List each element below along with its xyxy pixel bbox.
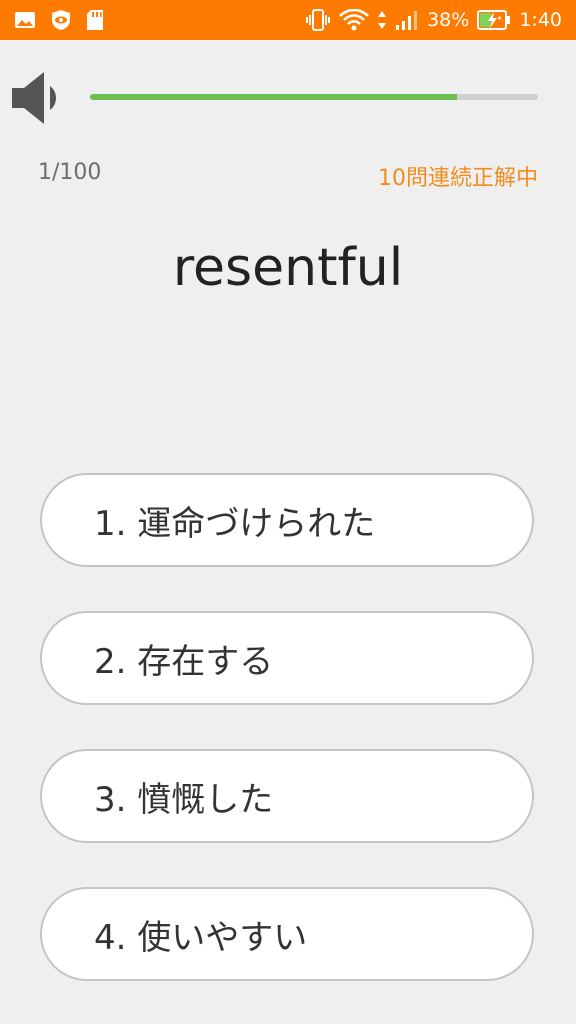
audio-progress-fill [90, 94, 458, 100]
answer-option-3[interactable]: 3. 憤慨した [40, 749, 534, 843]
vibrate-icon [305, 9, 331, 31]
audio-progress-bar [90, 94, 538, 100]
status-bar: 38% 1:40 [0, 0, 576, 40]
speaker-button[interactable] [10, 68, 64, 128]
signal-icon [395, 9, 419, 31]
data-arrows-icon [377, 9, 387, 31]
answer-option-1[interactable]: 1. 運命づけられた [40, 473, 534, 567]
shield-eye-icon [50, 9, 72, 31]
answer-option-2[interactable]: 2. 存在する [40, 611, 534, 705]
answer-option-label: 3. 憤慨した [94, 779, 274, 820]
battery-charging-icon [477, 9, 511, 31]
answer-option-label: 1. 運命づけられた [94, 503, 376, 544]
clock: 1:40 [519, 9, 562, 31]
status-bar-notifications [14, 0, 104, 40]
wifi-icon [339, 9, 369, 31]
answer-option-label: 4. 使いやすい [94, 917, 308, 958]
answer-option-4[interactable]: 4. 使いやすい [40, 887, 534, 981]
answer-option-label: 2. 存在する [94, 641, 274, 682]
status-bar-system: 38% 1:40 [305, 0, 562, 40]
streak-label: 10問連続正解中 [378, 166, 538, 191]
battery-percent: 38% [427, 9, 470, 31]
quiz-word: resentful [172, 238, 404, 298]
speaker-icon [12, 72, 56, 124]
question-counter: 1/100 [38, 160, 102, 185]
sd-card-icon [86, 9, 104, 31]
image-icon [14, 11, 36, 29]
